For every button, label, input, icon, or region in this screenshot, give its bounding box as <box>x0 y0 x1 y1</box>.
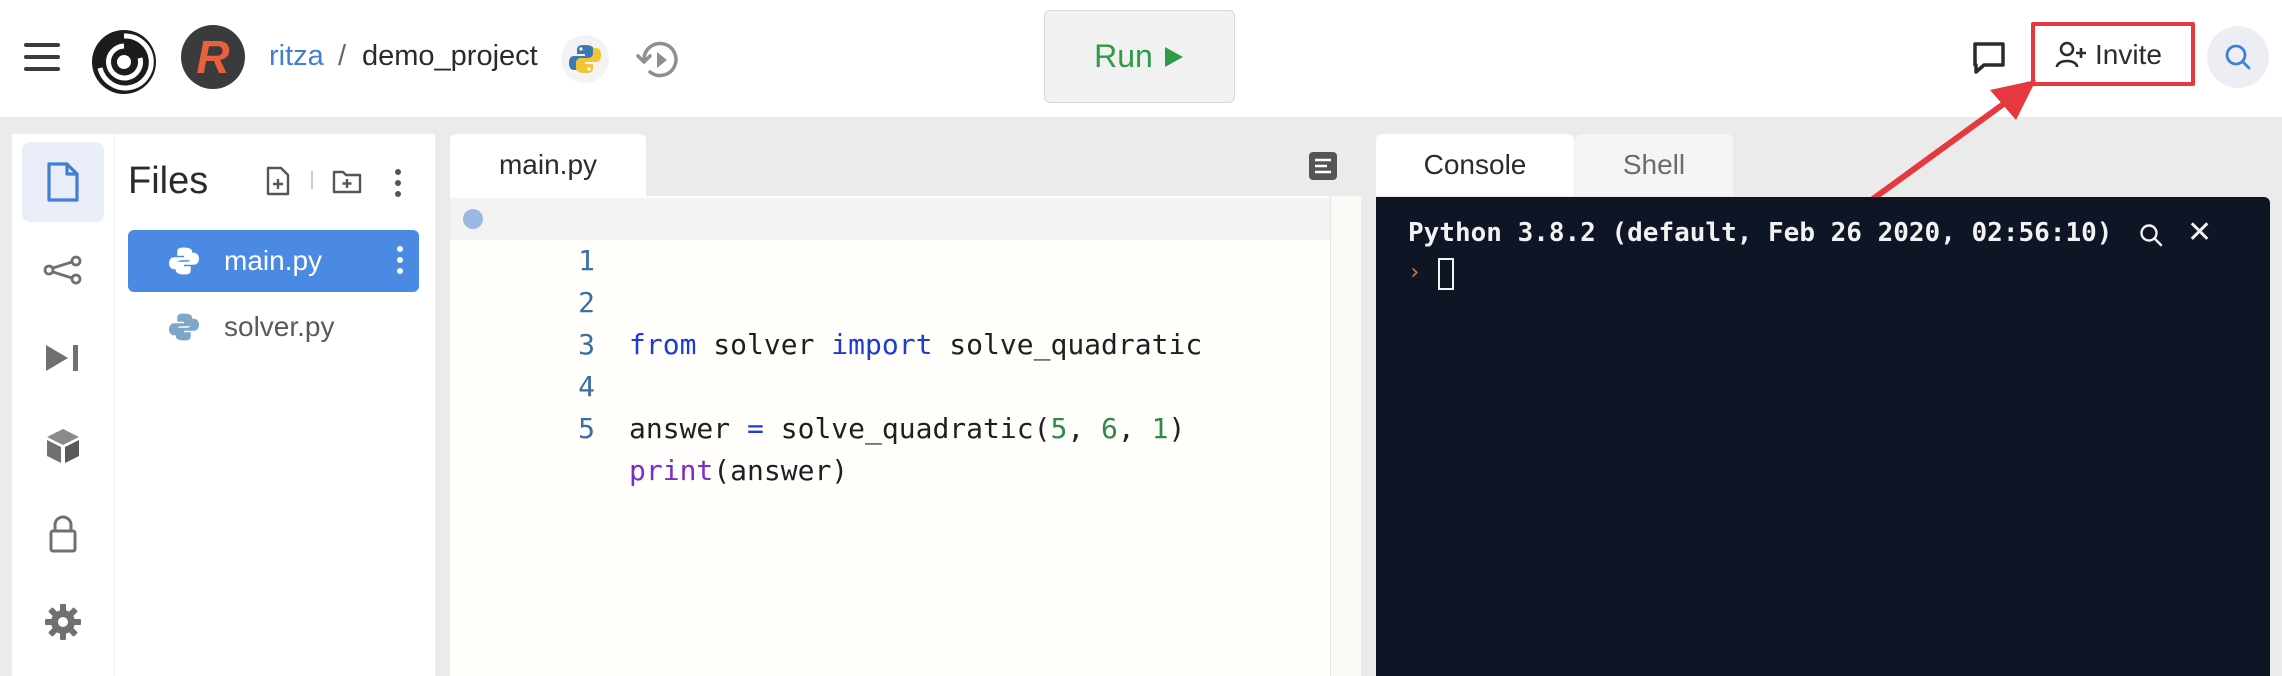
new-folder-icon[interactable] <box>332 168 362 194</box>
menu-icon[interactable] <box>22 38 64 76</box>
console-header: Python 3.8.2 (default, Feb 26 2020, 02:5… <box>1408 218 2113 248</box>
files-tool[interactable] <box>22 142 104 222</box>
console-cursor[interactable] <box>1438 258 1454 290</box>
python-file-icon <box>169 247 199 275</box>
history-icon[interactable] <box>634 37 684 83</box>
packages-tool[interactable] <box>22 406 104 486</box>
breadcrumb-separator: / <box>338 40 347 72</box>
files-icon <box>47 162 79 202</box>
file-menu-icon[interactable] <box>395 244 405 276</box>
code-token: solve_quadratic( <box>763 412 1051 445</box>
settings-tool[interactable] <box>22 582 104 662</box>
tab-label: Console <box>1423 149 1527 180</box>
code-token: ) <box>1168 412 1186 445</box>
invite-button[interactable]: Invite <box>2041 30 2189 80</box>
format-code-icon[interactable] <box>1307 150 1339 182</box>
console-panel[interactable] <box>1376 197 2270 676</box>
code-token: (answer) <box>713 454 849 487</box>
code-token: 6 <box>1101 412 1118 445</box>
code-line[interactable]: 1 <box>450 198 1330 277</box>
tab-shell[interactable]: Shell <box>1575 134 1733 196</box>
tab-main-py[interactable]: main.py <box>450 134 646 196</box>
python-file-icon <box>169 313 199 341</box>
tool-rail <box>12 134 114 676</box>
debugger-tool[interactable] <box>22 318 104 398</box>
files-title: Files <box>128 160 209 202</box>
lock-icon <box>49 515 77 553</box>
add-user-icon <box>2055 41 2086 68</box>
code-token: print <box>629 454 714 487</box>
code-line[interactable]: 5 print(answer) <box>450 366 1330 487</box>
tab-label: Shell <box>1622 149 1686 180</box>
debugger-icon <box>46 345 78 371</box>
git-icon <box>43 255 82 285</box>
run-button[interactable]: Run <box>1044 10 1235 103</box>
version-control-tool[interactable] <box>22 230 104 310</box>
replit-logo-icon[interactable] <box>90 28 158 96</box>
code-token: = <box>747 412 764 445</box>
file-name: main.py <box>224 245 323 276</box>
breadcrumb-user[interactable]: ritza <box>269 40 324 73</box>
tab-label: main.py <box>498 149 598 180</box>
user-avatar[interactable]: R <box>181 25 245 89</box>
file-item-main[interactable]: main.py <box>128 230 419 292</box>
clear-console-icon[interactable]: ✕ <box>2187 218 2212 248</box>
line-number: 5 <box>578 412 595 445</box>
code-line[interactable]: 3 <box>450 282 1330 361</box>
code-line[interactable]: 2 from solver import solve_quadratic <box>450 240 1330 361</box>
editor-scrollbar[interactable] <box>1330 196 1361 676</box>
annotation-arrow <box>1860 70 2040 210</box>
run-label: Run <box>1094 38 1153 74</box>
play-icon <box>1164 46 1183 67</box>
breadcrumb-project[interactable]: demo_project <box>362 40 538 73</box>
file-name: solver.py <box>224 311 335 342</box>
code-token: 1 <box>1151 412 1169 445</box>
gear-icon <box>45 604 81 640</box>
file-item-solver[interactable]: solver.py <box>128 296 419 358</box>
code-line[interactable]: 4 answer = solve_quadratic(5, 6, 1) <box>450 324 1330 445</box>
breakpoint-dot[interactable] <box>463 209 483 229</box>
code-token: answer <box>629 412 748 445</box>
console-prompt: › <box>1408 260 1422 285</box>
console-search-icon[interactable] <box>2138 222 2164 248</box>
files-more-icon[interactable] <box>393 168 403 198</box>
code-token: 5 <box>1050 412 1068 445</box>
search-icon <box>2225 44 2251 70</box>
files-panel <box>114 134 435 676</box>
python-language-icon[interactable] <box>561 35 609 83</box>
secrets-tool[interactable] <box>22 494 104 574</box>
new-file-icon[interactable] <box>264 166 292 196</box>
packages-icon <box>47 429 79 463</box>
search-button[interactable] <box>2207 26 2269 88</box>
toolbar-divider <box>311 171 313 189</box>
code-token: , <box>1067 412 1102 445</box>
code-token: , <box>1117 412 1152 445</box>
tab-console[interactable]: Console <box>1376 134 1574 196</box>
invite-label: Invite <box>2095 39 2162 70</box>
